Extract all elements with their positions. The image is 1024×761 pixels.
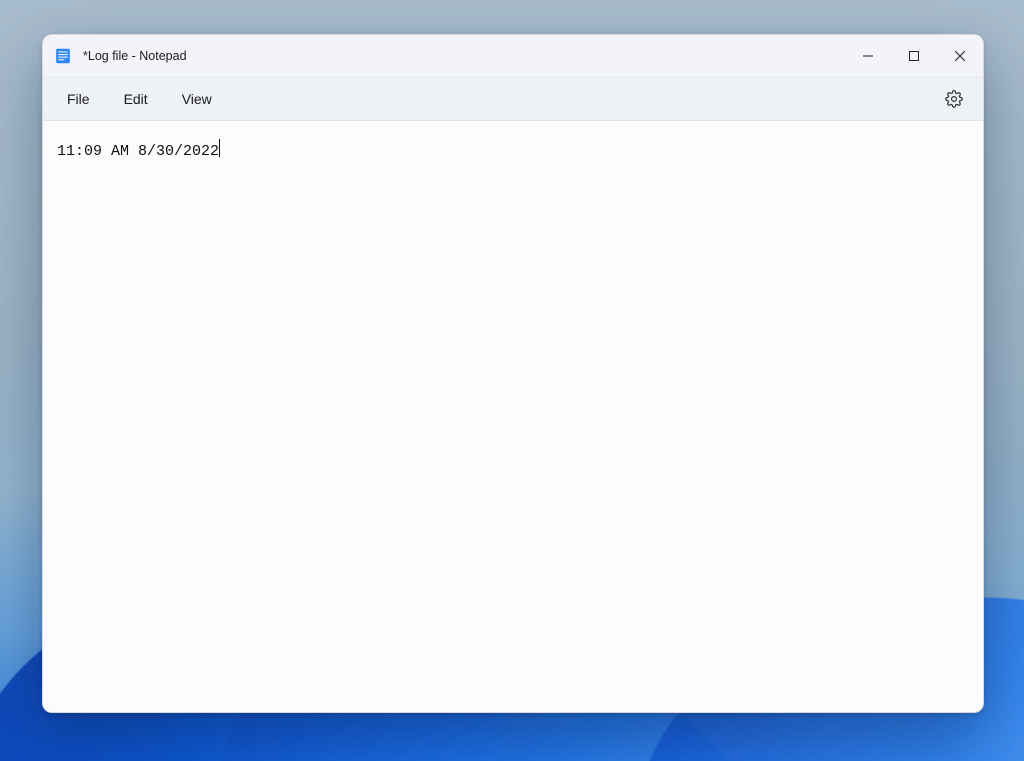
window-controls (845, 35, 983, 77)
minimize-icon (863, 51, 873, 61)
menu-edit[interactable]: Edit (110, 83, 162, 115)
close-icon (955, 51, 965, 61)
editor-content: 11:09 AM 8/30/2022 (57, 143, 219, 160)
maximize-icon (909, 51, 919, 61)
menu-view[interactable]: View (168, 83, 226, 115)
gear-icon (945, 90, 963, 108)
menubar: File Edit View (43, 77, 983, 121)
minimize-button[interactable] (845, 35, 891, 77)
settings-button[interactable] (935, 80, 973, 118)
maximize-button[interactable] (891, 35, 937, 77)
close-button[interactable] (937, 35, 983, 77)
titlebar[interactable]: *Log file - Notepad (43, 35, 983, 77)
text-caret (219, 139, 220, 157)
menu-file[interactable]: File (53, 83, 104, 115)
text-editor[interactable]: 11:09 AM 8/30/2022 (43, 121, 983, 712)
notepad-window: *Log file - Notepad File Edit (42, 34, 984, 713)
notepad-app-icon (55, 48, 71, 64)
window-title: *Log file - Notepad (83, 49, 187, 63)
